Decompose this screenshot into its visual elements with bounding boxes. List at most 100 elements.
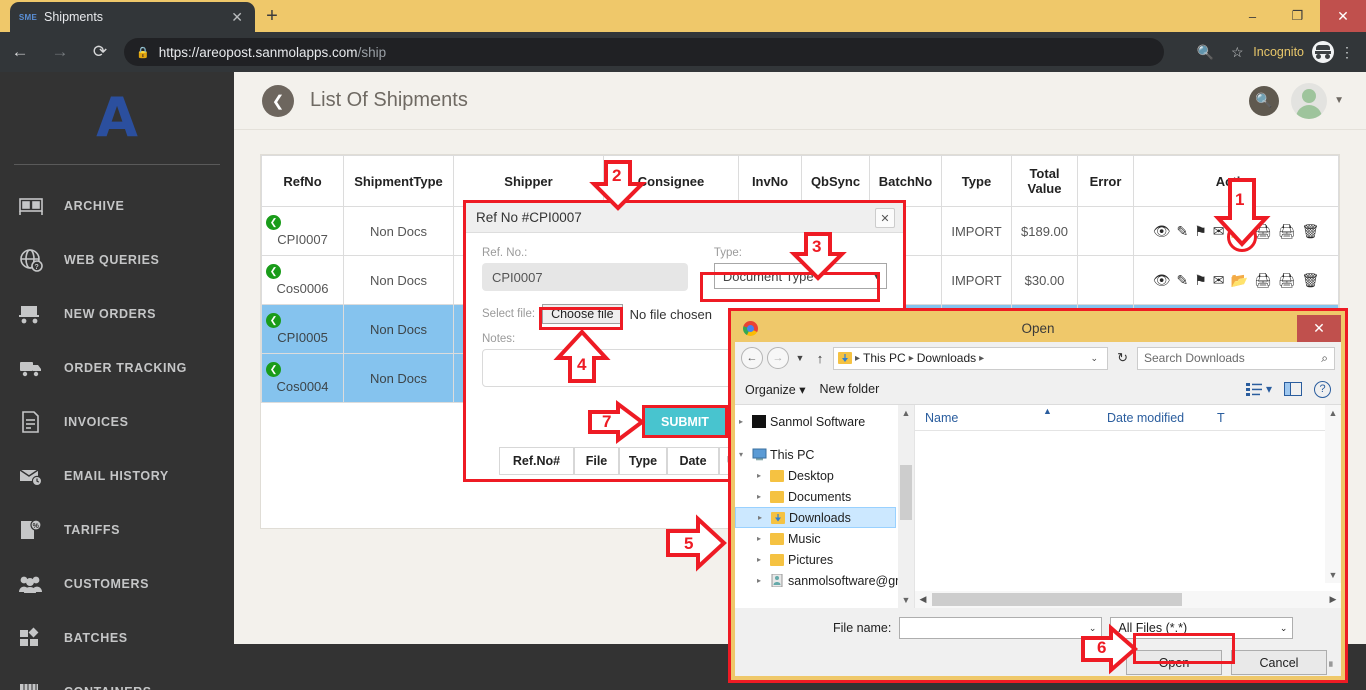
col-date-modified[interactable]: Date modified <box>1097 411 1207 425</box>
address-bar[interactable]: 🔒 https://areopost.sanmolapps.com /ship <box>124 38 1164 66</box>
breadcrumb-this-pc[interactable]: This PC <box>863 351 906 365</box>
zoom-out-icon[interactable]: 🔍 <box>1189 44 1221 61</box>
envelope-icon[interactable]: ✉ <box>1213 273 1225 287</box>
edit-icon[interactable]: ✎ <box>1176 273 1188 287</box>
scroll-up-icon[interactable]: ▲ <box>1325 405 1341 421</box>
avatar[interactable] <box>1291 82 1328 119</box>
tree-item-sanmol-software[interactable]: ▸ Sanmol Software <box>735 411 914 432</box>
flag-icon[interactable]: ⚑ <box>1194 273 1207 287</box>
breadcrumb[interactable]: ▸ This PC ▸ Downloads ▸ ⌄ <box>833 346 1109 370</box>
resize-grip-icon[interactable]: ▘ <box>1329 662 1336 673</box>
forward-icon[interactable]: → <box>40 42 80 62</box>
col-shipmenttype[interactable]: ShipmentType <box>343 155 454 207</box>
window-close-button[interactable]: ✕ <box>1320 0 1366 32</box>
sub-col-file[interactable]: File <box>574 447 619 475</box>
back-button[interactable]: ❮ <box>262 84 294 117</box>
scroll-thumb[interactable] <box>932 593 1182 606</box>
flag-icon[interactable]: ⚑ <box>1194 224 1207 238</box>
new-folder-button[interactable]: New folder <box>820 382 888 396</box>
sidebar-item-batches[interactable]: BATCHES <box>0 611 234 665</box>
sidebar-item-invoices[interactable]: INVOICES <box>0 395 234 449</box>
expand-arrow-icon[interactable]: ▸ <box>757 555 770 564</box>
expand-arrow-icon[interactable]: ▸ <box>758 513 771 522</box>
bookmark-star-icon[interactable]: ☆ <box>1221 44 1253 61</box>
breadcrumb-downloads[interactable]: Downloads <box>917 351 976 365</box>
sidebar-item-order-tracking[interactable]: ORDER TRACKING <box>0 341 234 395</box>
submit-button[interactable]: SUBMIT <box>645 408 725 435</box>
chevron-down-icon[interactable]: ▼ <box>1334 95 1344 106</box>
col-shipper[interactable]: Shipper <box>453 155 604 207</box>
organize-button[interactable]: Organize ▾ <box>745 382 814 397</box>
sub-col-refno[interactable]: Ref.No# <box>499 447 574 475</box>
sub-col-type[interactable]: Type <box>619 447 667 475</box>
scroll-left-icon[interactable]: ◀ <box>915 594 931 605</box>
scroll-up-icon[interactable]: ▲ <box>898 405 914 421</box>
search-input[interactable]: Search Downloads ⌕ <box>1137 346 1335 370</box>
modal-close-icon[interactable]: ✕ <box>875 208 895 228</box>
reload-icon[interactable]: ⟳ <box>80 42 120 62</box>
scroll-down-icon[interactable]: ▼ <box>1325 567 1341 583</box>
tree-item-contacts[interactable]: ▸ sanmolsoftware@gma <box>735 570 914 591</box>
tree-item-this-pc[interactable]: ▾ This PC <box>735 444 914 465</box>
trash-icon[interactable]: 🗑 <box>1302 273 1320 287</box>
trash-icon[interactable]: 🗑 <box>1302 224 1320 238</box>
col-totalvalue[interactable]: Total Value <box>1011 155 1078 207</box>
nav-forward-icon[interactable]: → <box>767 347 789 369</box>
browser-tab[interactable]: SME Shipments ✕ <box>10 2 255 32</box>
tab-close-icon[interactable]: ✕ <box>227 9 247 26</box>
new-tab-button[interactable]: + <box>258 4 286 30</box>
sidebar-item-new-orders[interactable]: NEW ORDERS <box>0 287 234 341</box>
sidebar-item-web-queries[interactable]: ? WEB QUERIES <box>0 233 234 287</box>
print-icon[interactable]: 🖨 <box>1254 273 1272 287</box>
eye-icon[interactable]: 👁 <box>1153 273 1171 287</box>
col-batchno[interactable]: BatchNo <box>869 155 942 207</box>
col-refno[interactable]: RefNo <box>261 155 344 207</box>
list-view-icon[interactable]: ▾ <box>1245 382 1272 396</box>
tree-item-documents[interactable]: ▸ Documents <box>735 486 914 507</box>
print-alt-icon[interactable]: 🖨 <box>1278 273 1296 287</box>
tree-item-desktop[interactable]: ▸ Desktop <box>735 465 914 486</box>
eye-icon[interactable]: 👁 <box>1153 224 1171 238</box>
brand-logo[interactable]: A <box>0 72 234 164</box>
scroll-right-icon[interactable]: ▶ <box>1325 594 1341 605</box>
expand-arrow-icon[interactable]: ▸ <box>739 417 752 426</box>
edit-icon[interactable]: ✎ <box>1176 224 1188 238</box>
recent-locations-icon[interactable]: ▼ <box>793 353 807 363</box>
choose-file-button[interactable]: Choose file <box>542 304 623 324</box>
col-qbsync[interactable]: QbSync <box>801 155 870 207</box>
open-button[interactable]: Open <box>1126 650 1222 675</box>
nav-back-icon[interactable]: ← <box>741 347 763 369</box>
expand-arrow-icon[interactable]: ▸ <box>757 576 770 585</box>
col-type[interactable]: Type <box>941 155 1012 207</box>
browser-menu-icon[interactable]: ⋮ <box>1334 44 1360 61</box>
preview-pane-icon[interactable] <box>1284 382 1302 396</box>
maximize-button[interactable]: ❐ <box>1275 0 1320 32</box>
dialog-close-button[interactable]: ✕ <box>1297 315 1341 342</box>
expand-arrow-icon[interactable]: ▸ <box>757 492 770 501</box>
sub-col-date[interactable]: Date <box>667 447 719 475</box>
minimize-button[interactable]: – <box>1230 0 1275 32</box>
folder-open-icon[interactable]: 📂 <box>1231 273 1248 287</box>
tree-item-music[interactable]: ▸ Music <box>735 528 914 549</box>
expand-arrow-icon[interactable]: ▸ <box>757 471 770 480</box>
breadcrumb-caret-icon[interactable]: ⌄ <box>1086 353 1104 364</box>
collapse-arrow-icon[interactable]: ▾ <box>739 450 752 459</box>
scroll-down-icon[interactable]: ▼ <box>898 592 914 608</box>
print-alt-icon[interactable]: 🖨 <box>1278 224 1296 238</box>
col-name[interactable]: Name <box>915 411 1097 425</box>
expand-arrow-icon[interactable]: ▸ <box>757 534 770 543</box>
tree-item-pictures[interactable]: ▸ Pictures <box>735 549 914 570</box>
file-list-scrollbar[interactable]: ▲ ▼ <box>1325 405 1341 583</box>
back-icon[interactable]: ← <box>0 42 40 62</box>
scroll-thumb[interactable] <box>900 465 912 520</box>
sidebar-item-customers[interactable]: CUSTOMERS <box>0 557 234 611</box>
sidebar-item-archive[interactable]: ARCHIVE <box>0 179 234 233</box>
tree-item-downloads[interactable]: ▸ Downloads <box>735 507 896 528</box>
col-type[interactable]: T <box>1207 411 1225 425</box>
file-name-input[interactable]: ⌄ <box>899 617 1103 639</box>
horizontal-scrollbar[interactable]: ◀ ▶ <box>915 591 1341 608</box>
sidebar-item-tariffs[interactable]: % TARIFFS <box>0 503 234 557</box>
sidebar-item-email-history[interactable]: EMAIL HISTORY <box>0 449 234 503</box>
incognito-indicator[interactable]: Incognito <box>1253 41 1334 63</box>
col-invno[interactable]: InvNo <box>738 155 802 207</box>
